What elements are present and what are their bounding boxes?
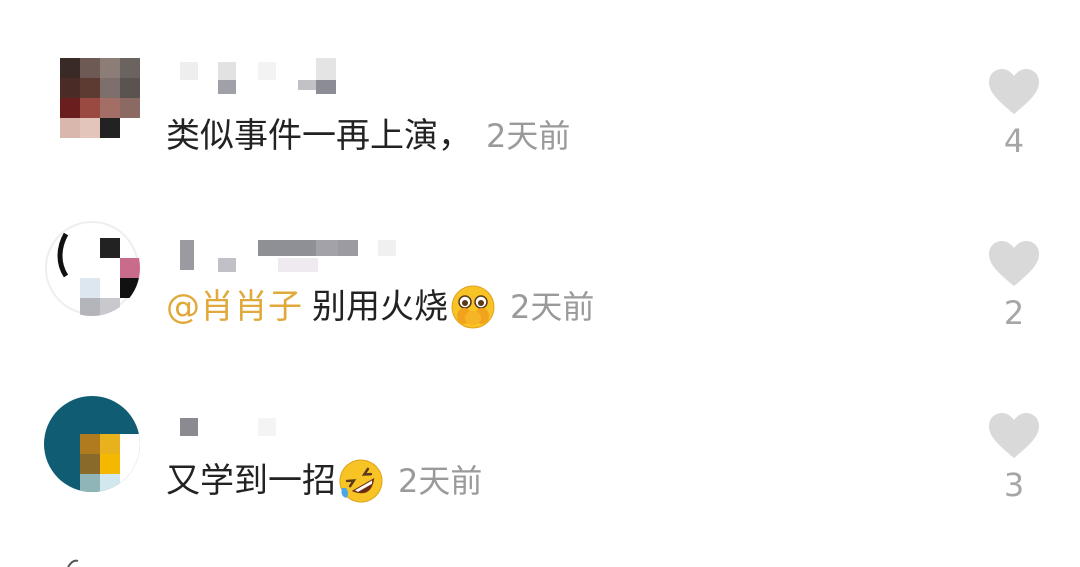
like-button[interactable]: 2	[986, 240, 1042, 332]
avatar[interactable]	[44, 220, 140, 316]
comment-item: @肖肖子 别用火烧 2天前 2	[0, 218, 1080, 388]
heart-icon	[989, 69, 1039, 114]
comment-content[interactable]: @肖肖子 别用火烧 2天前	[166, 284, 594, 330]
next-avatar-edge	[67, 559, 79, 567]
comment-text: 类似事件一再上演，	[166, 116, 472, 156]
mention-link[interactable]: @肖肖子	[166, 285, 302, 329]
username-blurred[interactable]	[166, 218, 426, 272]
comment-content[interactable]: 类似事件一再上演， 2天前	[166, 114, 570, 158]
covering-mouth-emoji-icon	[451, 285, 495, 329]
like-button[interactable]: 3	[986, 412, 1042, 504]
comment-text: 又学到一招	[166, 461, 336, 501]
comment-time: 2天前	[486, 117, 571, 155]
comment-text: 别用火烧	[312, 287, 448, 327]
comment-time: 2天前	[398, 462, 483, 500]
like-count: 2	[1003, 294, 1025, 332]
like-count: 4	[1003, 122, 1025, 160]
avatar[interactable]	[44, 396, 140, 492]
like-button[interactable]: 4	[986, 68, 1042, 160]
username-blurred[interactable]	[166, 58, 426, 102]
avatar[interactable]	[60, 58, 140, 138]
heart-icon	[989, 241, 1039, 286]
comment-time: 2天前	[510, 288, 595, 326]
like-count: 3	[1003, 466, 1025, 504]
comment-content[interactable]: 又学到一招 2天前	[166, 458, 482, 504]
comment-item: 类似事件一再上演， 2天前 4	[0, 58, 1080, 228]
username-blurred[interactable]	[166, 396, 426, 440]
rolling-laugh-emoji-icon	[339, 459, 383, 503]
comment-item: 又学到一招 2天前 3	[0, 396, 1080, 566]
heart-icon	[989, 413, 1039, 458]
